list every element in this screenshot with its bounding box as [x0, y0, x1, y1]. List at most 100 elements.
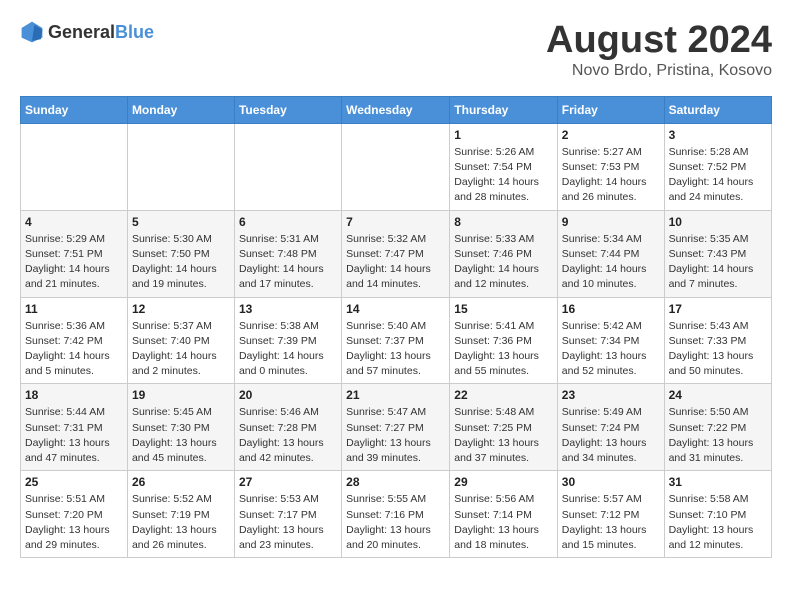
- day-number: 26: [132, 475, 230, 489]
- calendar-cell: 4 Sunrise: 5:29 AM Sunset: 7:51 PM Daylig…: [21, 210, 128, 297]
- calendar-cell: [21, 123, 128, 210]
- calendar-header: SundayMondayTuesdayWednesdayThursdayFrid…: [21, 96, 772, 123]
- day-number: 8: [454, 215, 553, 229]
- calendar-cell: 15 Sunrise: 5:41 AM Sunset: 7:36 PM Dayli…: [450, 297, 558, 384]
- day-info: Sunrise: 5:41 AM Sunset: 7:36 PM Dayligh…: [454, 319, 553, 380]
- week-row-1: 4 Sunrise: 5:29 AM Sunset: 7:51 PM Daylig…: [21, 210, 772, 297]
- day-info: Sunrise: 5:46 AM Sunset: 7:28 PM Dayligh…: [239, 405, 337, 466]
- day-number: 25: [25, 475, 123, 489]
- day-number: 7: [346, 215, 445, 229]
- day-info: Sunrise: 5:43 AM Sunset: 7:33 PM Dayligh…: [669, 319, 767, 380]
- day-info: Sunrise: 5:55 AM Sunset: 7:16 PM Dayligh…: [346, 492, 445, 553]
- day-info: Sunrise: 5:48 AM Sunset: 7:25 PM Dayligh…: [454, 405, 553, 466]
- week-row-2: 11 Sunrise: 5:36 AM Sunset: 7:42 PM Dayli…: [21, 297, 772, 384]
- day-info: Sunrise: 5:53 AM Sunset: 7:17 PM Dayligh…: [239, 492, 337, 553]
- calendar-cell: [234, 123, 341, 210]
- calendar-subtitle: Novo Brdo, Pristina, Kosovo: [546, 62, 772, 80]
- week-row-0: 1Sunrise: 5:26 AM Sunset: 7:54 PM Daylig…: [21, 123, 772, 210]
- day-info: Sunrise: 5:36 AM Sunset: 7:42 PM Dayligh…: [25, 319, 123, 380]
- day-info: Sunrise: 5:56 AM Sunset: 7:14 PM Dayligh…: [454, 492, 553, 553]
- calendar-cell: 3Sunrise: 5:28 AM Sunset: 7:52 PM Daylig…: [664, 123, 771, 210]
- page-header: General Blue August 2024 Novo Brdo, Pris…: [20, 20, 772, 80]
- calendar-cell: 19 Sunrise: 5:45 AM Sunset: 7:30 PM Dayli…: [127, 384, 234, 471]
- day-info: Sunrise: 5:33 AM Sunset: 7:46 PM Dayligh…: [454, 232, 553, 293]
- calendar-cell: 21 Sunrise: 5:47 AM Sunset: 7:27 PM Dayli…: [342, 384, 450, 471]
- day-info: Sunrise: 5:52 AM Sunset: 7:19 PM Dayligh…: [132, 492, 230, 553]
- day-number: 6: [239, 215, 337, 229]
- day-number: 13: [239, 302, 337, 316]
- week-row-4: 25 Sunrise: 5:51 AM Sunset: 7:20 PM Dayli…: [21, 471, 772, 558]
- header-monday: Monday: [127, 96, 234, 123]
- calendar-cell: 2 Sunrise: 5:27 AM Sunset: 7:53 PM Daylig…: [557, 123, 664, 210]
- header-thursday: Thursday: [450, 96, 558, 123]
- header-row: SundayMondayTuesdayWednesdayThursdayFrid…: [21, 96, 772, 123]
- day-number: 27: [239, 475, 337, 489]
- calendar-cell: 6 Sunrise: 5:31 AM Sunset: 7:48 PM Daylig…: [234, 210, 341, 297]
- day-info: Sunrise: 5:47 AM Sunset: 7:27 PM Dayligh…: [346, 405, 445, 466]
- day-number: 18: [25, 388, 123, 402]
- day-number: 16: [562, 302, 660, 316]
- day-number: 4: [25, 215, 123, 229]
- day-info: Sunrise: 5:44 AM Sunset: 7:31 PM Dayligh…: [25, 405, 123, 466]
- calendar-cell: 31 Sunrise: 5:58 AM Sunset: 7:10 PM Dayli…: [664, 471, 771, 558]
- calendar-cell: 22 Sunrise: 5:48 AM Sunset: 7:25 PM Dayli…: [450, 384, 558, 471]
- day-info: Sunrise: 5:29 AM Sunset: 7:51 PM Dayligh…: [25, 232, 123, 293]
- day-info: Sunrise: 5:30 AM Sunset: 7:50 PM Dayligh…: [132, 232, 230, 293]
- day-info: Sunrise: 5:51 AM Sunset: 7:20 PM Dayligh…: [25, 492, 123, 553]
- day-number: 19: [132, 388, 230, 402]
- week-row-3: 18 Sunrise: 5:44 AM Sunset: 7:31 PM Dayli…: [21, 384, 772, 471]
- calendar-cell: 17 Sunrise: 5:43 AM Sunset: 7:33 PM Dayli…: [664, 297, 771, 384]
- title-block: August 2024 Novo Brdo, Pristina, Kosovo: [546, 20, 772, 80]
- day-number: 22: [454, 388, 553, 402]
- calendar-cell: 5Sunrise: 5:30 AM Sunset: 7:50 PM Daylig…: [127, 210, 234, 297]
- day-info: Sunrise: 5:58 AM Sunset: 7:10 PM Dayligh…: [669, 492, 767, 553]
- calendar-cell: 7 Sunrise: 5:32 AM Sunset: 7:47 PM Daylig…: [342, 210, 450, 297]
- day-info: Sunrise: 5:57 AM Sunset: 7:12 PM Dayligh…: [562, 492, 660, 553]
- day-info: Sunrise: 5:31 AM Sunset: 7:48 PM Dayligh…: [239, 232, 337, 293]
- day-number: 12: [132, 302, 230, 316]
- day-number: 21: [346, 388, 445, 402]
- calendar-cell: [342, 123, 450, 210]
- calendar-cell: 8 Sunrise: 5:33 AM Sunset: 7:46 PM Daylig…: [450, 210, 558, 297]
- calendar-cell: 30Sunrise: 5:57 AM Sunset: 7:12 PM Dayli…: [557, 471, 664, 558]
- day-number: 17: [669, 302, 767, 316]
- day-number: 15: [454, 302, 553, 316]
- calendar-cell: 1Sunrise: 5:26 AM Sunset: 7:54 PM Daylig…: [450, 123, 558, 210]
- day-number: 29: [454, 475, 553, 489]
- day-number: 11: [25, 302, 123, 316]
- calendar-cell: 27 Sunrise: 5:53 AM Sunset: 7:17 PM Dayli…: [234, 471, 341, 558]
- calendar-cell: 11 Sunrise: 5:36 AM Sunset: 7:42 PM Dayli…: [21, 297, 128, 384]
- day-number: 20: [239, 388, 337, 402]
- day-info: Sunrise: 5:37 AM Sunset: 7:40 PM Dayligh…: [132, 319, 230, 380]
- day-number: 14: [346, 302, 445, 316]
- header-sunday: Sunday: [21, 96, 128, 123]
- day-info: Sunrise: 5:45 AM Sunset: 7:30 PM Dayligh…: [132, 405, 230, 466]
- day-number: 2: [562, 128, 660, 142]
- logo: General Blue: [20, 20, 154, 44]
- logo-general: General: [48, 22, 115, 43]
- calendar-cell: 29 Sunrise: 5:56 AM Sunset: 7:14 PM Dayli…: [450, 471, 558, 558]
- calendar-cell: 9Sunrise: 5:34 AM Sunset: 7:44 PM Daylig…: [557, 210, 664, 297]
- day-info: Sunrise: 5:35 AM Sunset: 7:43 PM Dayligh…: [669, 232, 767, 293]
- header-friday: Friday: [557, 96, 664, 123]
- day-info: Sunrise: 5:32 AM Sunset: 7:47 PM Dayligh…: [346, 232, 445, 293]
- day-info: Sunrise: 5:34 AM Sunset: 7:44 PM Dayligh…: [562, 232, 660, 293]
- day-info: Sunrise: 5:50 AM Sunset: 7:22 PM Dayligh…: [669, 405, 767, 466]
- calendar-cell: 24Sunrise: 5:50 AM Sunset: 7:22 PM Dayli…: [664, 384, 771, 471]
- calendar-cell: 25 Sunrise: 5:51 AM Sunset: 7:20 PM Dayli…: [21, 471, 128, 558]
- day-info: Sunrise: 5:40 AM Sunset: 7:37 PM Dayligh…: [346, 319, 445, 380]
- calendar-cell: 14 Sunrise: 5:40 AM Sunset: 7:37 PM Dayli…: [342, 297, 450, 384]
- calendar-cell: 23Sunrise: 5:49 AM Sunset: 7:24 PM Dayli…: [557, 384, 664, 471]
- calendar-table: SundayMondayTuesdayWednesdayThursdayFrid…: [20, 96, 772, 558]
- day-number: 3: [669, 128, 767, 142]
- day-number: 1: [454, 128, 553, 142]
- day-info: Sunrise: 5:42 AM Sunset: 7:34 PM Dayligh…: [562, 319, 660, 380]
- day-info: Sunrise: 5:27 AM Sunset: 7:53 PM Dayligh…: [562, 145, 660, 206]
- day-number: 31: [669, 475, 767, 489]
- calendar-cell: [127, 123, 234, 210]
- calendar-cell: 12 Sunrise: 5:37 AM Sunset: 7:40 PM Dayli…: [127, 297, 234, 384]
- header-tuesday: Tuesday: [234, 96, 341, 123]
- calendar-title: August 2024: [546, 20, 772, 62]
- calendar-cell: 28Sunrise: 5:55 AM Sunset: 7:16 PM Dayli…: [342, 471, 450, 558]
- day-info: Sunrise: 5:38 AM Sunset: 7:39 PM Dayligh…: [239, 319, 337, 380]
